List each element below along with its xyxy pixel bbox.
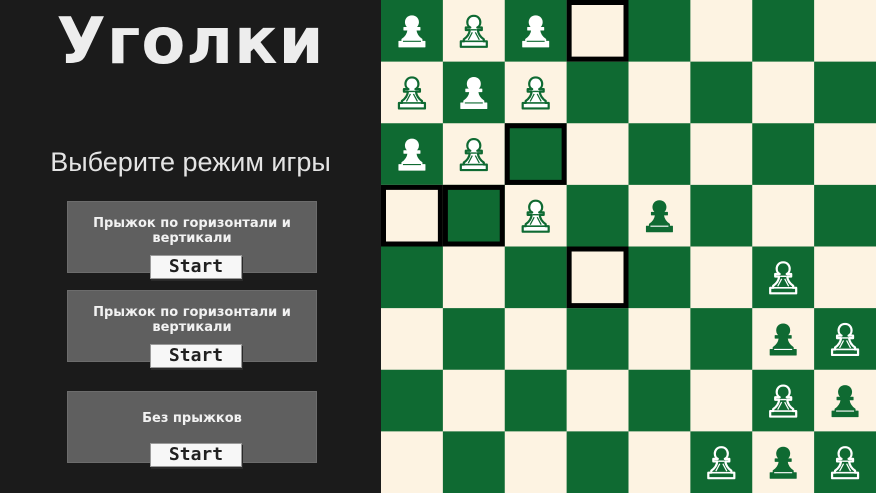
board-square-r6-c5[interactable]	[690, 369, 753, 432]
mode-label: Без прыжков	[142, 411, 242, 426]
menu-panel: Уголки Выберите режим игры Прыжок по гор…	[0, 0, 381, 493]
board-square-r1-c5[interactable]	[690, 61, 753, 124]
board-square-r7-c2[interactable]	[504, 431, 568, 493]
board-square-r1-c7[interactable]	[814, 61, 876, 124]
board-square-r7-c3[interactable]	[566, 431, 629, 493]
board-square-r2-c3[interactable]	[566, 123, 629, 186]
board-square-r6-c3[interactable]	[566, 369, 629, 432]
mode-prompt: Выберите режим игры	[50, 147, 331, 177]
board-square-r4-c2[interactable]	[504, 246, 568, 309]
board-square-r0-c5[interactable]	[690, 0, 753, 63]
mode-card-jump-2: Прыжок по горизонтали и вертикали Start	[67, 290, 317, 368]
board-square-r1-c6[interactable]	[752, 61, 815, 124]
board-square-r2-c2[interactable]	[504, 123, 568, 186]
board-square-r6-c4[interactable]	[628, 369, 691, 432]
board-square-r2-c4[interactable]	[628, 123, 691, 186]
start-button-mode-1[interactable]: Start	[150, 255, 242, 279]
board-square-r0-c3[interactable]	[566, 0, 629, 63]
mode-label: Прыжок по горизонтали и вертикали	[93, 216, 291, 246]
board-square-r7-c0[interactable]	[381, 431, 444, 493]
board-square-r3-c1[interactable]	[442, 184, 506, 247]
board-square-r5-c5[interactable]	[690, 308, 753, 371]
game-board[interactable]	[381, 0, 876, 493]
board-grid[interactable]	[381, 0, 876, 493]
board-square-r4-c1[interactable]	[442, 246, 506, 309]
board-square-r3-c0[interactable]	[381, 184, 444, 247]
start-button-mode-3[interactable]: Start	[150, 443, 242, 467]
board-square-r3-c7[interactable]	[814, 184, 876, 247]
board-square-r4-c7[interactable]	[814, 246, 876, 309]
board-square-r2-c5[interactable]	[690, 123, 753, 186]
mode-label: Прыжок по горизонтали и вертикали	[93, 305, 291, 335]
board-square-r2-c7[interactable]	[814, 123, 876, 186]
board-square-r3-c6[interactable]	[752, 184, 815, 247]
board-square-r7-c1[interactable]	[442, 431, 506, 493]
board-square-r1-c3[interactable]	[566, 61, 629, 124]
board-square-r4-c3[interactable]	[566, 246, 629, 309]
board-square-r3-c3[interactable]	[566, 184, 629, 247]
board-square-r2-c6[interactable]	[752, 123, 815, 186]
board-square-r5-c1[interactable]	[442, 308, 506, 371]
board-square-r4-c5[interactable]	[690, 246, 753, 309]
board-square-r0-c4[interactable]	[628, 0, 691, 63]
board-square-r6-c1[interactable]	[442, 369, 506, 432]
board-square-r1-c4[interactable]	[628, 61, 691, 124]
board-square-r4-c0[interactable]	[381, 246, 444, 309]
board-square-r0-c7[interactable]	[814, 0, 876, 63]
board-square-r5-c3[interactable]	[566, 308, 629, 371]
mode-card-jump-1: Прыжок по горизонтали и вертикали Start	[67, 201, 317, 279]
start-button-mode-2[interactable]: Start	[150, 344, 242, 368]
game-title: Уголки	[56, 5, 325, 79]
board-square-r6-c0[interactable]	[381, 369, 444, 432]
board-square-r3-c5[interactable]	[690, 184, 753, 247]
board-square-r0-c6[interactable]	[752, 0, 815, 63]
board-square-r5-c2[interactable]	[504, 308, 568, 371]
board-square-r4-c4[interactable]	[628, 246, 691, 309]
board-square-r6-c2[interactable]	[504, 369, 568, 432]
mode-card-no-jump: Без прыжков Start	[67, 391, 317, 467]
board-square-r5-c4[interactable]	[628, 308, 691, 371]
board-square-r7-c4[interactable]	[628, 431, 691, 493]
board-square-r5-c0[interactable]	[381, 308, 444, 371]
